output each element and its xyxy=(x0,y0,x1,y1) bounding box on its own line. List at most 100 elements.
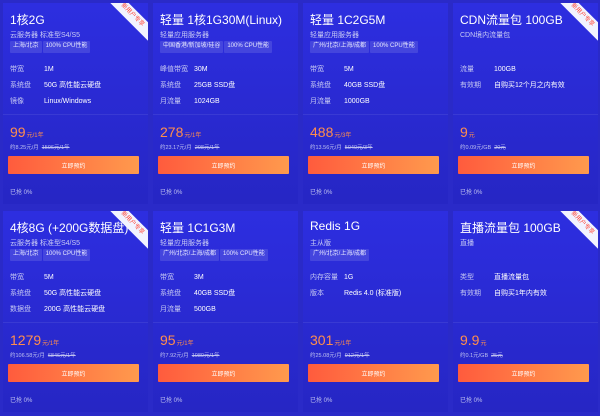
monthly-price: 约106.58元/月 xyxy=(10,353,45,359)
price-value: 9.9 xyxy=(460,332,480,348)
spec-key: 带宽 xyxy=(160,274,174,281)
spec-list: 带宽 3M 系统盘 40GB SSD盘 月流量 500GB xyxy=(160,269,292,317)
spec-row: 月流量 1024GB xyxy=(160,93,292,109)
reserve-button[interactable]: 立即预约 xyxy=(308,364,439,382)
price-unit: 元 xyxy=(468,133,475,139)
spec-value: 5M xyxy=(344,65,354,73)
spec-value: Linux/Windows xyxy=(44,97,92,105)
spec-row: 系统盘 40GB SSD盘 xyxy=(310,77,442,93)
reserve-button[interactable]: 立即预约 xyxy=(458,156,589,174)
spec-key: 峰值带宽 xyxy=(160,66,188,73)
region-tag: 100% CPU性能 xyxy=(42,249,91,261)
reserve-button[interactable]: 立即预约 xyxy=(158,156,289,174)
original-price: 6846元/1年 xyxy=(47,353,76,359)
spec-value: 100GB xyxy=(494,65,516,73)
spec-row: 系统盘 50G 高性能云硬盘 xyxy=(10,77,142,93)
price: 301元/1年 xyxy=(310,332,351,350)
spec-row: 带宽 5M xyxy=(10,269,142,285)
divider xyxy=(3,114,148,115)
card-tags: 广州/北京/上海/成都 xyxy=(310,249,370,261)
sold-percentage: 已抢 0% xyxy=(310,398,333,404)
spec-key: 系统盘 xyxy=(310,82,331,89)
spec-value: 1G xyxy=(344,273,354,281)
price: 9元 xyxy=(460,124,475,142)
card-subtitle: 云服务器 标准型S4/S5 xyxy=(10,240,81,247)
divider xyxy=(3,322,148,323)
price-detail: 约8.25元/月 1596元/1年 xyxy=(10,143,70,151)
price-detail: 约0.09元/GB 20元 xyxy=(460,143,506,151)
reserve-button[interactable]: 立即预约 xyxy=(158,364,289,382)
region-tag: 广州/北京/上海/成都 xyxy=(310,41,370,53)
reserve-button[interactable]: 立即预约 xyxy=(8,364,139,382)
reserve-button[interactable]: 立即预约 xyxy=(458,364,589,382)
card-tags: 中国香港/新加坡/硅谷 100% CPU性能 xyxy=(160,41,273,53)
original-price: 5040元/3年 xyxy=(344,145,373,151)
price-value: 99 xyxy=(10,124,26,140)
reserve-button[interactable]: 立即预约 xyxy=(308,156,439,174)
monthly-price: 约8.25元/月 xyxy=(10,145,39,151)
card-subtitle: 直播 xyxy=(460,240,474,247)
price: 9.9元 xyxy=(460,332,486,350)
spec-row: 类型 直播流量包 xyxy=(460,269,592,285)
spec-list: 内存容量 1G 版本 Redis 4.0 (标准版) xyxy=(310,269,442,301)
spec-key: 镜像 xyxy=(10,98,24,105)
price-value: 301 xyxy=(310,332,334,348)
product-card: 4核8G (+200G数据盘) 云服务器 标准型S4/S5 上海/北京 100% CP… xyxy=(3,211,148,412)
card-subtitle: 云服务器 标准型S4/S5 xyxy=(10,32,81,39)
spec-key: 数据盘 xyxy=(10,306,31,313)
spec-list: 流量 100GB 有效期 自购买12个月之内有效 xyxy=(460,61,592,93)
spec-key: 月流量 xyxy=(160,306,181,313)
spec-key: 带宽 xyxy=(310,66,324,73)
spec-value: 500GB xyxy=(194,305,216,313)
card-title: Redis 1G xyxy=(310,219,361,233)
spec-key: 带宽 xyxy=(10,66,24,73)
monthly-price: 约7.92元/月 xyxy=(160,353,189,359)
spec-key: 内存容量 xyxy=(310,274,338,281)
price-value: 95 xyxy=(160,332,176,348)
reserve-button[interactable]: 立即预约 xyxy=(8,156,139,174)
spec-list: 带宽 5M 系统盘 50G 高性能云硬盘 数据盘 200G 高性能云硬盘 xyxy=(10,269,142,317)
price-unit: 元/1年 xyxy=(26,133,44,139)
price-detail: 约23.17元/月 298元/1年 xyxy=(160,143,220,151)
spec-row: 内存容量 1G xyxy=(310,269,442,285)
sold-percentage: 已抢 0% xyxy=(460,190,483,196)
spec-key: 有效期 xyxy=(460,290,481,297)
region-tag: 上海/北京 xyxy=(10,249,42,261)
region-tag: 100% CPU性能 xyxy=(370,41,418,53)
divider xyxy=(303,114,448,115)
sold-percentage: 已抢 0% xyxy=(10,190,33,196)
price: 488元/3年 xyxy=(310,124,351,142)
price-unit: 元/1年 xyxy=(176,341,194,347)
card-title: CDN流量包 100GB xyxy=(460,13,563,27)
original-price: 25元 xyxy=(491,353,503,359)
card-subtitle: CDN境内流量包 xyxy=(460,32,511,39)
spec-value: 50G 高性能云硬盘 xyxy=(44,290,102,297)
product-card: 1核2G 云服务器 标准型S4/S5 上海/北京 100% CPU性能 带宽 1M 系… xyxy=(3,3,148,204)
spec-key: 系统盘 xyxy=(160,82,181,89)
price-unit: 元/1年 xyxy=(334,341,352,347)
price-unit: 元/3年 xyxy=(334,133,352,139)
spec-key: 流量 xyxy=(460,66,474,73)
product-card: 直播流量包 100GB 直播 类型 直播流量包 有效期 自购买1年内有效 9.9元… xyxy=(453,211,598,412)
price-value: 488 xyxy=(310,124,334,140)
spec-list: 类型 直播流量包 有效期 自购买1年内有效 xyxy=(460,269,592,301)
price-detail: 约13.56元/月 5040元/3年 xyxy=(310,143,373,151)
original-price: 20元 xyxy=(494,145,506,151)
price-value: 9 xyxy=(460,124,468,140)
monthly-price: 约25.08元/月 xyxy=(310,353,342,359)
spec-row: 系统盘 40GB SSD盘 xyxy=(160,285,292,301)
card-title: 直播流量包 100GB xyxy=(460,221,561,235)
region-tag: 上海/北京 xyxy=(10,41,42,53)
spec-row: 带宽 5M xyxy=(310,61,442,77)
card-title: 1核2G xyxy=(10,13,45,27)
spec-key: 带宽 xyxy=(10,274,24,281)
product-card: 轻量 1核1G30M(Linux) 轻量应用服务器 中国香港/新加坡/硅谷 100% … xyxy=(153,3,298,204)
product-card: Redis 1G 主从版 广州/北京/上海/成都 内存容量 1G 版本 Redis … xyxy=(303,211,448,412)
sold-percentage: 已抢 0% xyxy=(460,398,483,404)
spec-row: 系统盘 50G 高性能云硬盘 xyxy=(10,285,142,301)
spec-value: 自购买12个月之内有效 xyxy=(494,82,565,89)
card-subtitle: 轻量应用服务器 xyxy=(160,32,209,39)
spec-list: 峰值带宽 30M 系统盘 25GB SSD盘 月流量 1024GB xyxy=(160,61,292,109)
spec-value: Redis 4.0 (标准版) xyxy=(344,290,402,297)
spec-value: 3M xyxy=(194,273,204,281)
